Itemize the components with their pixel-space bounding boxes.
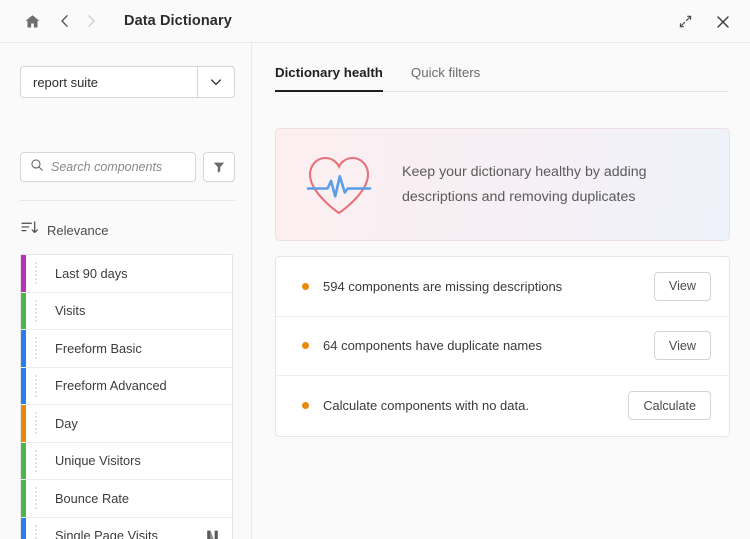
component-color-bar — [21, 518, 26, 539]
report-suite-value[interactable]: report suite — [20, 66, 197, 98]
nav-buttons — [58, 14, 98, 28]
calculate-button[interactable]: Calculate — [628, 391, 711, 420]
component-name: Single Page Visits — [55, 528, 158, 539]
drag-handle-icon[interactable] — [35, 487, 37, 509]
search-row — [20, 152, 235, 182]
close-icon[interactable] — [712, 11, 734, 33]
chevron-left-icon[interactable] — [58, 14, 72, 28]
component-color-bar — [21, 480, 26, 517]
report-suite-selector[interactable]: report suite — [20, 66, 235, 98]
search-icon — [30, 158, 44, 177]
health-item-text: 64 components have duplicate names — [323, 338, 654, 353]
list-item[interactable]: Unique Visitors — [21, 443, 232, 481]
home-icon[interactable] — [20, 9, 44, 33]
status-dot-icon — [302, 402, 309, 409]
search-field[interactable] — [20, 152, 196, 182]
health-item-row: 64 components have duplicate namesView — [276, 317, 729, 377]
health-item-text: Calculate components with no data. — [323, 398, 628, 413]
component-name: Visits — [55, 303, 85, 318]
sort-label: Relevance — [47, 223, 108, 238]
sidebar-divider — [20, 200, 235, 201]
drag-handle-icon[interactable] — [35, 525, 37, 539]
component-color-bar — [21, 293, 26, 330]
component-color-bar — [21, 330, 26, 367]
drag-handle-icon[interactable] — [35, 412, 37, 434]
search-input[interactable] — [51, 160, 214, 174]
app-window: Data Dictionary report suite — [0, 0, 750, 539]
banner-text: Keep your dictionary healthy by adding d… — [402, 160, 647, 209]
component-color-bar — [21, 368, 26, 405]
component-color-bar — [21, 443, 26, 480]
banner-line-2: descriptions and removing duplicates — [402, 185, 647, 209]
health-item-list: 594 components are missing descriptionsV… — [275, 256, 730, 437]
component-name: Unique Visitors — [55, 453, 141, 468]
view-button[interactable]: View — [654, 331, 711, 360]
tab-bar: Dictionary health Quick filters — [275, 65, 728, 92]
banner-line-1: Keep your dictionary healthy by adding — [402, 160, 647, 184]
drag-handle-icon[interactable] — [35, 262, 37, 284]
component-color-bar — [21, 255, 26, 292]
heart-pulse-icon — [302, 148, 376, 222]
list-item[interactable]: Single Page Visits — [21, 518, 232, 539]
adobe-analytics-icon — [206, 529, 219, 539]
list-item[interactable]: Freeform Basic — [21, 330, 232, 368]
sort-control[interactable]: Relevance — [21, 221, 108, 239]
component-name: Day — [55, 416, 78, 431]
drag-handle-icon[interactable] — [35, 375, 37, 397]
component-name: Bounce Rate — [55, 491, 129, 506]
sidebar: report suite R — [0, 43, 252, 539]
main-content: Dictionary health Quick filters Keep your… — [253, 43, 750, 539]
window-controls — [674, 0, 734, 43]
drag-handle-icon[interactable] — [35, 300, 37, 322]
health-item-row: Calculate components with no data.Calcul… — [276, 376, 729, 436]
filter-funnel-icon[interactable] — [203, 152, 235, 182]
chevron-right-icon[interactable] — [84, 14, 98, 28]
list-item[interactable]: Day — [21, 405, 232, 443]
component-list: Last 90 days Visits Freeform Basic Freeform… — [20, 254, 233, 539]
status-dot-icon — [302, 283, 309, 290]
chevron-down-icon[interactable] — [197, 66, 235, 98]
health-item-row: 594 components are missing descriptionsV… — [276, 257, 729, 317]
component-color-bar — [21, 405, 26, 442]
list-item[interactable]: Bounce Rate — [21, 480, 232, 518]
view-button[interactable]: View — [654, 272, 711, 301]
collapse-icon[interactable] — [674, 11, 696, 33]
component-name: Last 90 days — [55, 266, 128, 281]
list-item[interactable]: Freeform Advanced — [21, 368, 232, 406]
status-dot-icon — [302, 342, 309, 349]
dictionary-health-banner: Keep your dictionary healthy by adding d… — [275, 128, 730, 241]
tab-dictionary-health[interactable]: Dictionary health — [275, 65, 383, 92]
health-item-text: 594 components are missing descriptions — [323, 279, 654, 294]
component-name: Freeform Basic — [55, 341, 142, 356]
list-item[interactable]: Last 90 days — [21, 255, 232, 293]
drag-handle-icon[interactable] — [35, 337, 37, 359]
sort-descending-icon — [21, 221, 38, 239]
page-title: Data Dictionary — [124, 13, 232, 29]
component-name: Freeform Advanced — [55, 378, 167, 393]
tab-quick-filters[interactable]: Quick filters — [411, 65, 480, 92]
drag-handle-icon[interactable] — [35, 450, 37, 472]
list-item[interactable]: Visits — [21, 293, 232, 331]
title-bar: Data Dictionary — [0, 0, 750, 43]
